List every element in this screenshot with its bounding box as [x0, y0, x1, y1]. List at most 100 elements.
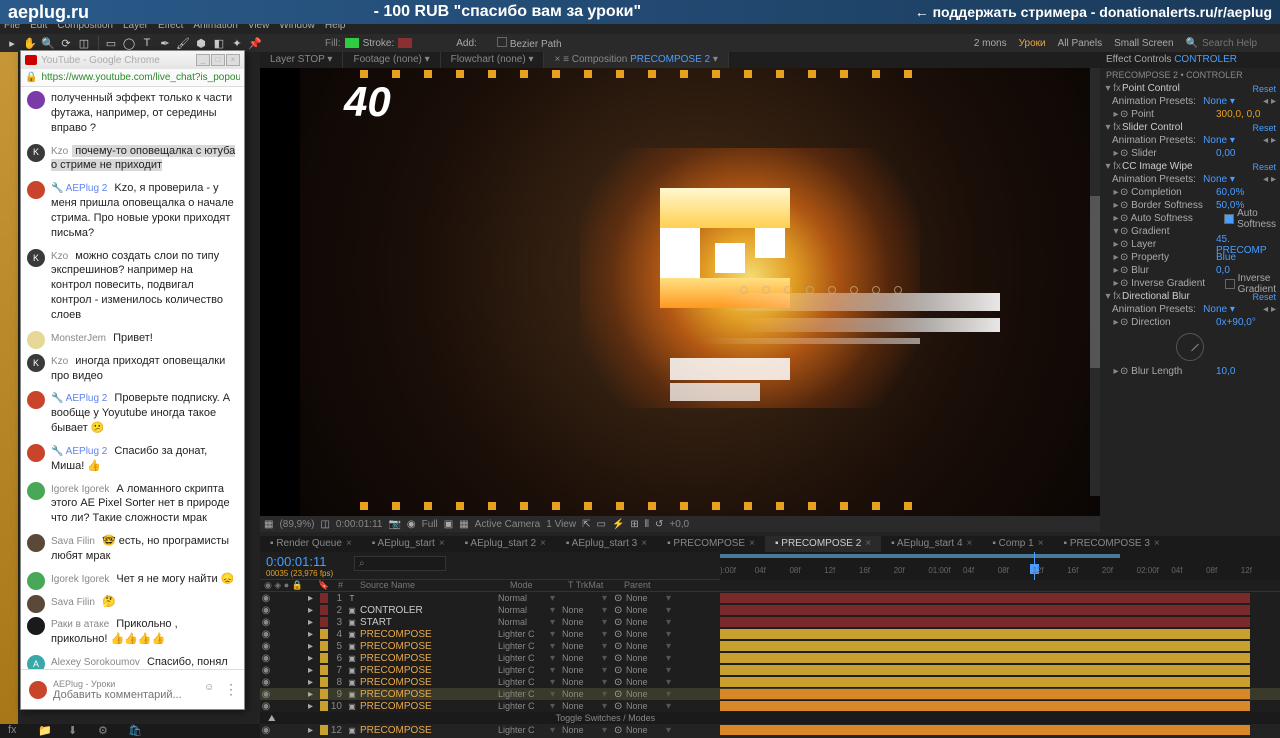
- fx-property[interactable]: ▸⊙ PropertyBlue: [1100, 251, 1280, 264]
- timeline-tab[interactable]: ▪ Comp 1×: [982, 536, 1053, 552]
- time-display[interactable]: 0:00:01:11: [336, 519, 383, 530]
- timeline-tab[interactable]: ▪ PRECOMPOSE 3×: [1054, 536, 1170, 552]
- maximize-button[interactable]: □: [211, 54, 225, 66]
- comp-tab[interactable]: × ≡ Composition PRECOMPOSE 2 ▾: [544, 52, 728, 68]
- fx-preset-row[interactable]: Animation Presets:None ▾◂ ▸: [1100, 303, 1280, 316]
- fx-group-header[interactable]: ▾fxDirectional BlurReset: [1100, 290, 1280, 303]
- fx-property[interactable]: ▸⊙ Auto SoftnessAuto Softness: [1100, 212, 1280, 225]
- timeline-layer[interactable]: ◉▸12▣PRECOMPOSELighter C▾None▾⊙None▾: [260, 724, 1280, 736]
- fx-property[interactable]: ▸⊙ Slider0,00: [1100, 147, 1280, 160]
- chat-url-bar[interactable]: 🔒 https://www.youtube.com/live_chat?is_p…: [21, 69, 244, 87]
- workspace-tab[interactable]: 2 mons: [974, 38, 1007, 49]
- timeline-layer[interactable]: ◉▸4▣PRECOMPOSELighter C▾None▾⊙None▾: [260, 628, 1280, 640]
- fx-group-header[interactable]: ▾fxSlider ControlReset: [1100, 121, 1280, 134]
- marketplace-icon[interactable]: 🛍: [128, 724, 142, 738]
- fast-preview-icon[interactable]: ⚡: [612, 519, 624, 530]
- roto-tool-icon[interactable]: ✦: [229, 35, 245, 51]
- timeline-layer[interactable]: ◉▸2▣CONTROLERNormal▾None▾⊙None▾: [260, 604, 1280, 616]
- pixel-aspect-icon[interactable]: ▭: [596, 519, 605, 530]
- composition-viewer[interactable]: 40: [260, 68, 1100, 516]
- hand-tool-icon[interactable]: ✋: [22, 35, 38, 51]
- timeline-tab[interactable]: ▪ AEplug_start 3×: [556, 536, 657, 552]
- channel-icon[interactable]: ◉: [407, 519, 416, 530]
- workspace-tab[interactable]: All Panels: [1058, 38, 1102, 49]
- fx-preset-row[interactable]: Animation Presets:None ▾◂ ▸: [1100, 134, 1280, 147]
- chat-username[interactable]: Igorek Igorek: [51, 574, 109, 585]
- stamp-tool-icon[interactable]: ⬢: [193, 35, 209, 51]
- chat-input[interactable]: [53, 689, 195, 701]
- close-button[interactable]: ×: [226, 54, 240, 66]
- reset-exp-icon[interactable]: ↺: [655, 519, 663, 530]
- fx-property[interactable]: ▸⊙ Blur Length10,0: [1100, 365, 1280, 378]
- bezier-checkbox[interactable]: [497, 37, 507, 47]
- puppet-tool-icon[interactable]: 📌: [247, 35, 263, 51]
- flowchart-icon[interactable]: ⫴: [645, 519, 649, 530]
- roi-icon[interactable]: ▣: [444, 519, 453, 530]
- selection-tool-icon[interactable]: ▸: [4, 35, 20, 51]
- chat-username[interactable]: Kzo: [51, 251, 68, 262]
- fx-group-header[interactable]: ▾fxPoint ControlReset: [1100, 82, 1280, 95]
- timeline-layer[interactable]: ◉▸6▣PRECOMPOSELighter C▾None▾⊙None▾: [260, 652, 1280, 664]
- pen-tool-icon[interactable]: ✒: [157, 35, 173, 51]
- chat-username[interactable]: Igorek Igorek: [51, 484, 109, 495]
- fx-group-header[interactable]: ▾fxCC Image WipeReset: [1100, 160, 1280, 173]
- chat-menu-icon[interactable]: ⋮: [224, 681, 236, 698]
- chat-username[interactable]: Sava Filin: [51, 597, 95, 608]
- chat-username[interactable]: 🔧 AEPlug 2: [51, 393, 107, 404]
- zoom-tool-icon[interactable]: 🔍: [40, 35, 56, 51]
- timeline-layer[interactable]: ◉▸5▣PRECOMPOSELighter C▾None▾⊙None▾: [260, 640, 1280, 652]
- download-icon[interactable]: ⬇: [68, 724, 82, 738]
- camera-tool-icon[interactable]: ◫: [76, 35, 92, 51]
- timeline-tab[interactable]: ▪ AEplug_start 2×: [455, 536, 556, 552]
- timeline-ruler[interactable]: ):00f04f08f12f16f20f01:00f04f08f12f16f20…: [720, 552, 1280, 580]
- timeline-tab[interactable]: ▪ AEplug_start×: [362, 536, 455, 552]
- res-toggle-icon[interactable]: ◫: [320, 519, 329, 530]
- folder-icon[interactable]: 📁: [38, 724, 52, 738]
- minimize-button[interactable]: _: [196, 54, 210, 66]
- zoom-slider-icon[interactable]: ⛰: [268, 713, 276, 724]
- fx-preset-row[interactable]: Animation Presets:None ▾◂ ▸: [1100, 95, 1280, 108]
- grid-icon[interactable]: ▦: [264, 519, 273, 530]
- viewer-scrollbar[interactable]: [1090, 68, 1100, 496]
- search-help-input[interactable]: [1202, 38, 1272, 49]
- text-tool-icon[interactable]: T: [139, 35, 155, 51]
- brush-tool-icon[interactable]: 🖌: [175, 35, 191, 51]
- timeline-layer[interactable]: ◉▸1TNormal▾▾⊙None▾: [260, 592, 1280, 604]
- chat-username[interactable]: Kzo: [51, 356, 68, 367]
- chat-username[interactable]: Alexey Sorokoumov: [51, 657, 140, 668]
- fx-property[interactable]: ▸⊙ Inverse GradientInverse Gradient: [1100, 277, 1280, 290]
- comp-tab[interactable]: Layer STOP ▾: [260, 52, 343, 68]
- chat-username[interactable]: MonsterJem: [51, 333, 106, 344]
- chat-messages[interactable]: полученный эффект только к части футажа,…: [21, 87, 244, 669]
- chat-username[interactable]: Раки в атаке: [51, 619, 109, 630]
- timeline-tab[interactable]: ▪ PRECOMPOSE×: [657, 536, 765, 552]
- comp-tab[interactable]: Footage (none) ▾: [343, 52, 440, 68]
- chat-username[interactable]: 🔧 AEPlug 2: [51, 446, 107, 457]
- stroke-swatch[interactable]: [398, 38, 412, 48]
- timeline-tab[interactable]: ▪ PRECOMPOSE 2×: [765, 536, 881, 552]
- res-dropdown[interactable]: Full: [422, 519, 438, 530]
- chat-titlebar[interactable]: YouTube - Google Chrome _ □ ×: [21, 51, 244, 69]
- chat-username[interactable]: 🔧 AEPlug 2: [51, 183, 107, 194]
- fill-swatch[interactable]: [345, 38, 359, 48]
- chat-username[interactable]: Kzo: [51, 146, 68, 157]
- direction-dial[interactable]: [1176, 333, 1204, 361]
- timeline-layer[interactable]: ◉▸7▣PRECOMPOSELighter C▾None▾⊙None▾: [260, 664, 1280, 676]
- gear-icon[interactable]: ⚙: [98, 724, 112, 738]
- workspace-tab[interactable]: Уроки: [1019, 38, 1046, 49]
- fx-property[interactable]: ▸⊙ Completion60,0%: [1100, 186, 1280, 199]
- workspace-tab[interactable]: Small Screen: [1114, 38, 1173, 49]
- timeline-tab[interactable]: ▪ Render Queue×: [260, 536, 362, 552]
- comp-tab[interactable]: Flowchart (none) ▾: [441, 52, 545, 68]
- fx-property[interactable]: ▸⊙ Layer45. PRECOMP: [1100, 238, 1280, 251]
- timeline-layer[interactable]: ◉▸9▣PRECOMPOSELighter C▾None▾⊙None▾: [260, 688, 1280, 700]
- camera-dropdown[interactable]: Active Camera: [475, 519, 541, 530]
- fx-property[interactable]: ▸⊙ Direction0x+90,0°: [1100, 316, 1280, 329]
- emoji-icon[interactable]: ☺: [204, 682, 220, 698]
- snapshot-icon[interactable]: 📷: [388, 519, 400, 530]
- timeline-icon[interactable]: ⊞: [630, 519, 638, 530]
- views-dropdown[interactable]: 1 View: [546, 519, 576, 530]
- layer-search-input[interactable]: [354, 556, 446, 571]
- chat-username[interactable]: Sava Filin: [51, 536, 95, 547]
- timeline-layer[interactable]: ◉▸8▣PRECOMPOSELighter C▾None▾⊙None▾: [260, 676, 1280, 688]
